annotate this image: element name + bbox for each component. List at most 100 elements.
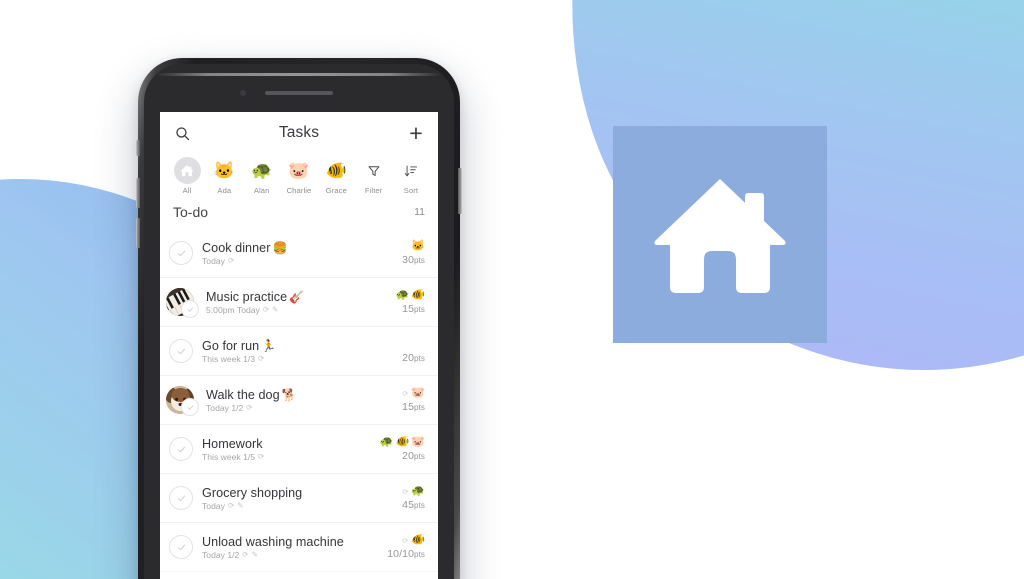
filter-chip-all[interactable]: All — [169, 157, 205, 195]
house-glyph — [180, 165, 194, 177]
task-subtitle: Today 1/2 ⟳ — [206, 403, 381, 413]
turtle-avatar-icon: 🐢 — [379, 436, 394, 448]
task-points: 20pts — [402, 450, 425, 462]
note-icon: ✎ — [251, 549, 258, 559]
task-row[interactable]: Tennis practice — [160, 571, 438, 579]
task-checkbox[interactable] — [169, 535, 193, 559]
pig-avatar-icon: 🐷 — [411, 436, 425, 448]
add-task-button[interactable]: + — [405, 119, 427, 146]
task-subtitle: This week 1/5 ⟳ — [202, 452, 380, 462]
task-title-text: Unload washing machine — [202, 534, 344, 549]
phone-bezel: Tasks + All 🐱 Ada 🐢 Alan 🐷 Charlie 🐠 Gra… — [144, 64, 454, 579]
house-icon — [654, 178, 786, 293]
task-meta: 20pts — [381, 338, 425, 364]
task-content: Homework This week 1/5 ⟳ — [202, 437, 380, 462]
points-unit: pts — [414, 354, 425, 363]
fish-avatar-icon: 🐠 — [395, 436, 410, 448]
points-unit: pts — [414, 403, 425, 412]
screenshot-canvas: Tasks + All 🐱 Ada 🐢 Alan 🐷 Charlie 🐠 Gra… — [0, 0, 1024, 579]
task-photo-thumbnail[interactable] — [166, 386, 199, 416]
plus-icon: + — [409, 119, 423, 146]
task-title-emoji: 🏃 — [261, 338, 277, 353]
filter-label: Filter — [364, 186, 383, 195]
points-value: 20 — [402, 352, 415, 364]
task-content: Unload washing machine Today 1/2 ⟳ ✎ — [202, 535, 381, 560]
filter-chip-alan[interactable]: 🐢 Alan — [244, 157, 280, 195]
task-title: Music practice 🎸 — [206, 290, 381, 304]
front-camera-icon — [240, 90, 246, 96]
sort-button[interactable]: Sort — [393, 157, 429, 195]
task-subtitle: Today 1/2 ⟳ ✎ — [202, 550, 381, 560]
task-subtitle: This week 1/3 ⟳ — [202, 354, 381, 364]
repeat-icon: ⟳ — [242, 549, 249, 559]
filter-chip-ada[interactable]: 🐱 Ada — [206, 157, 242, 195]
task-title: Homework — [202, 437, 380, 451]
task-checkbox[interactable] — [169, 437, 193, 461]
silent-switch[interactable] — [136, 140, 140, 156]
power-button[interactable] — [458, 168, 462, 214]
filter-label: Grace — [325, 186, 347, 195]
task-row[interactable]: Cook dinner 🍔 Today ⟳ 🐱 30pts — [160, 229, 438, 277]
points-unit: pts — [414, 550, 425, 559]
task-title: Cook dinner 🍔 — [202, 241, 381, 255]
filter-label: Charlie — [286, 186, 312, 195]
task-checkbox[interactable] — [169, 241, 193, 265]
repeat-icon: ⟳ — [402, 488, 409, 496]
points-value: 30 — [402, 254, 415, 266]
task-row[interactable]: Homework This week 1/5 ⟳ 🐢 🐠 🐷 20pts — [160, 424, 438, 473]
points-value: 15 — [402, 303, 415, 315]
task-checkbox[interactable] — [181, 300, 199, 318]
cat-avatar-icon: 🐱 — [213, 161, 235, 180]
volume-up-button[interactable] — [136, 178, 140, 208]
turtle-avatar-icon: 🐢 — [251, 161, 273, 180]
task-row[interactable]: Walk the dog 🐕 Today 1/2 ⟳ ⟳ 🐷 15pts — [160, 375, 438, 424]
task-row[interactable]: Go for run 🏃 This week 1/3 ⟳ 20pts — [160, 326, 438, 375]
pig-avatar-icon: 🐷 — [411, 387, 425, 399]
task-checkbox[interactable] — [169, 339, 193, 363]
task-due: This week 1/5 — [202, 451, 256, 462]
task-due: Today — [202, 255, 225, 266]
task-subtitle: 5:00pm Today ⟳ ✎ — [206, 305, 381, 315]
task-subtitle: Today ⟳ ✎ — [202, 501, 381, 511]
task-due: This week 1/3 — [202, 353, 256, 364]
task-assignees: ⟳ 🐠 — [402, 534, 425, 547]
task-points: 30pts — [402, 254, 425, 266]
filter-button[interactable]: Filter — [356, 157, 392, 195]
task-checkbox[interactable] — [181, 398, 199, 416]
note-icon: ✎ — [237, 500, 244, 510]
task-row[interactable]: Grocery shopping Today ⟳ ✎ ⟳ 🐢 45pts — [160, 473, 438, 522]
task-due: 5:00pm Today — [206, 304, 260, 315]
task-list[interactable]: Cook dinner 🍔 Today ⟳ 🐱 30pts Music prac… — [160, 229, 438, 579]
turtle-avatar-icon: 🐢 — [395, 289, 410, 301]
points-unit: pts — [414, 256, 425, 265]
fish-avatar-icon: 🐠 — [411, 289, 425, 301]
house-icon — [173, 157, 201, 184]
task-content: Go for run 🏃 This week 1/3 ⟳ — [202, 339, 381, 364]
points-value: 10/10 — [387, 548, 415, 560]
task-checkbox[interactable] — [169, 486, 193, 510]
task-row[interactable]: Unload washing machine Today 1/2 ⟳ ✎ ⟳ 🐠… — [160, 522, 438, 571]
task-points: 15pts — [402, 401, 425, 413]
phone-glass-highlight — [156, 73, 442, 76]
filter-label: Ada — [217, 186, 232, 195]
tasks-app: Tasks + All 🐱 Ada 🐢 Alan 🐷 Charlie 🐠 Gra… — [160, 112, 438, 579]
earpiece-speaker — [265, 91, 333, 95]
search-icon[interactable] — [171, 122, 193, 144]
task-content: Walk the dog 🐕 Today 1/2 ⟳ — [206, 388, 381, 413]
repeat-icon: ⟳ — [258, 451, 265, 461]
task-meta: 🐱 30pts — [381, 240, 425, 267]
points-unit: pts — [414, 305, 425, 314]
sort-descending-icon — [397, 157, 424, 184]
phone-screen: Tasks + All 🐱 Ada 🐢 Alan 🐷 Charlie 🐠 Gra… — [160, 112, 438, 579]
task-title-text: Homework — [202, 436, 263, 451]
task-photo-thumbnail[interactable] — [166, 288, 199, 318]
task-due: Today 1/2 — [202, 549, 240, 560]
filter-chip-charlie[interactable]: 🐷 Charlie — [281, 157, 317, 195]
fish-avatar-icon: 🐠 — [325, 161, 347, 180]
points-value: 20 — [402, 450, 415, 462]
volume-down-button[interactable] — [136, 218, 140, 248]
filter-chip-grace[interactable]: 🐠 Grace — [318, 157, 354, 195]
task-meta: 🐢 🐠 🐷 20pts — [379, 436, 425, 463]
task-row[interactable]: Music practice 🎸 5:00pm Today ⟳ ✎ 🐢 🐠 15… — [160, 277, 438, 326]
turtle-avatar-icon: 🐢 — [411, 485, 425, 497]
